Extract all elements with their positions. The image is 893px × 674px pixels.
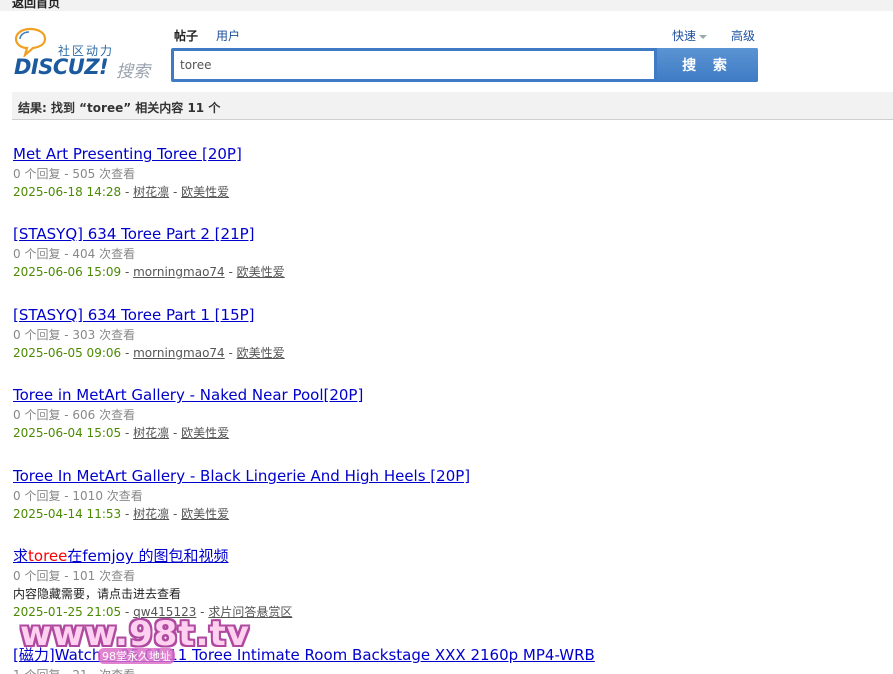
result-forum-link[interactable]: 欧美性爱 (237, 265, 285, 279)
result-date: 2025-06-06 15:09 (13, 265, 122, 279)
discuz-logo[interactable]: 社区动力 DISCUZ! 搜索 (14, 27, 154, 82)
result-info: 2025-06-04 15:05 - 树花凛 - 欧美性爱 (13, 426, 230, 440)
result-title-link[interactable]: [磁力]Watch... 25 01 11 Toree Intimate Roo… (13, 645, 883, 665)
search-box: 搜 索 (171, 48, 758, 82)
result-item: [STASYQ] 634 Toree Part 2 [21P] 0 个回复 - … (13, 224, 883, 282)
result-title-link[interactable]: [STASYQ] 634 Toree Part 1 [15P] (13, 305, 883, 325)
results-summary: 结果: 找到 “toree” 相关内容 11 个 (18, 101, 221, 115)
result-title-link[interactable]: 求toree在femjoy 的图包和视频 (13, 546, 883, 566)
title-suffix: 在femjoy 的图包和视频 (67, 547, 229, 565)
speech-bubble-icon (14, 27, 47, 57)
results-summary-bar: 结果: 找到 “toree” 相关内容 11 个 (12, 92, 893, 120)
result-forum-link[interactable]: 欧美性爱 (181, 185, 229, 199)
quick-search-dropdown[interactable]: 快速 (672, 27, 708, 44)
result-stats: 0 个回复 - 1010 次查看 (13, 489, 143, 503)
result-title-link[interactable]: Toree In MetArt Gallery - Black Lingerie… (13, 466, 883, 486)
result-author-link[interactable]: morningmao74 (133, 346, 225, 360)
logo-search-word: 搜索 (116, 62, 150, 82)
back-home-link[interactable]: 返回首页 (12, 0, 60, 11)
result-info: 2025-06-06 15:09 - morningmao74 - 欧美性爱 (13, 265, 285, 279)
result-date: 2025-01-25 21:05 (13, 605, 122, 619)
search-input[interactable] (174, 51, 654, 79)
title-prefix: 求 (13, 547, 29, 565)
result-title-link[interactable]: Met Art Presenting Toree [20P] (13, 144, 883, 164)
caret-down-icon (699, 34, 708, 39)
result-author-link[interactable]: 树花凛 (133, 507, 169, 521)
advanced-search-link[interactable]: 高级 (731, 27, 755, 44)
result-date: 2025-06-04 15:05 (13, 426, 122, 440)
search-button[interactable]: 搜 索 (657, 48, 758, 82)
top-bar: 返回首页 (0, 0, 893, 11)
result-item: Met Art Presenting Toree [20P] 0 个回复 - 5… (13, 144, 883, 202)
result-item: [STASYQ] 634 Toree Part 1 [15P] 0 个回复 - … (13, 305, 883, 363)
result-info: 2025-06-18 14:28 - 树花凛 - 欧美性爱 (13, 185, 230, 199)
result-date: 2025-06-05 09:06 (13, 346, 122, 360)
result-item: [磁力]Watch... 25 01 11 Toree Intimate Roo… (13, 645, 883, 674)
result-stats: 0 个回复 - 404 次查看 (13, 247, 136, 261)
result-info: 2025-01-25 21:05 - qw415123 - 求片问答悬赏区 (13, 605, 293, 619)
result-stats: 0 个回复 - 505 次查看 (13, 167, 136, 181)
result-date: 2025-04-14 11:53 (13, 507, 122, 521)
result-title-link[interactable]: Toree in MetArt Gallery - Naked Near Poo… (13, 385, 883, 405)
result-item: 求toree在femjoy 的图包和视频 0 个回复 - 101 次查看 内容隐… (13, 546, 883, 622)
result-forum-link[interactable]: 欧美性爱 (237, 346, 285, 360)
result-author-link[interactable]: 树花凛 (133, 426, 169, 440)
result-stats: 0 个回复 - 101 次查看 (13, 569, 136, 583)
logo-brand: DISCUZ! (14, 55, 109, 79)
result-author-link[interactable]: 树花凛 (133, 185, 169, 199)
result-stats: 1 个回复 - 21.. 次查看 (13, 666, 883, 674)
hidden-content-note: 内容隐藏需要，请点击进去查看 (13, 587, 182, 601)
result-item: Toree In MetArt Gallery - Black Lingerie… (13, 466, 883, 524)
result-info: 2025-04-14 11:53 - 树花凛 - 欧美性爱 (13, 507, 230, 521)
result-stats: 0 个回复 - 606 次查看 (13, 408, 136, 422)
result-item: Toree in MetArt Gallery - Naked Near Poo… (13, 385, 883, 443)
quick-label: 快速 (672, 29, 697, 43)
result-author-link[interactable]: morningmao74 (133, 265, 225, 279)
result-date: 2025-06-18 14:28 (13, 185, 122, 199)
result-stats: 0 个回复 - 303 次查看 (13, 328, 136, 342)
result-forum-link[interactable]: 求片问答悬赏区 (208, 605, 292, 619)
result-forum-link[interactable]: 欧美性爱 (181, 507, 229, 521)
result-title-link[interactable]: [STASYQ] 634 Toree Part 2 [21P] (13, 224, 883, 244)
keyword-highlight: toree (28, 547, 68, 565)
result-info: 2025-06-05 09:06 - morningmao74 - 欧美性爱 (13, 346, 285, 360)
tab-posts[interactable]: 帖子 (174, 27, 198, 44)
tab-users[interactable]: 用户 (216, 27, 240, 44)
result-author-link[interactable]: qw415123 (133, 605, 196, 619)
result-forum-link[interactable]: 欧美性爱 (181, 426, 229, 440)
